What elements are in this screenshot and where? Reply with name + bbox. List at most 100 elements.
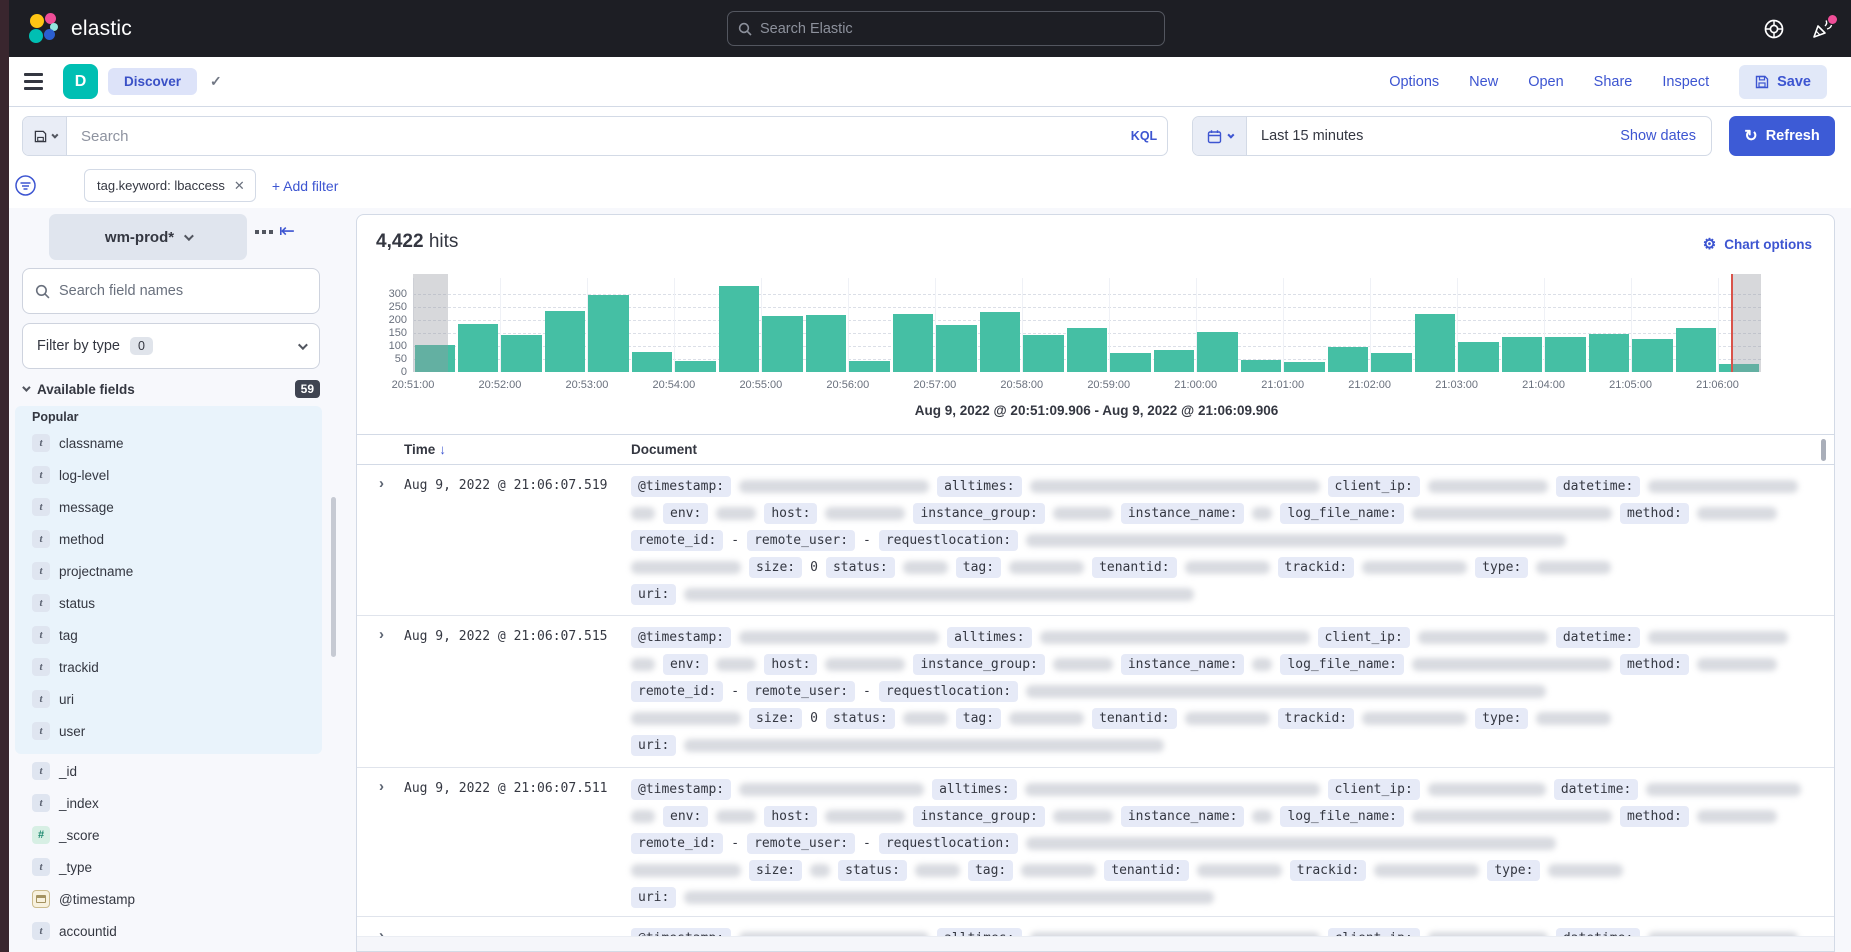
field-chip[interactable]: @timestamp: <box>631 779 731 800</box>
space-badge[interactable]: D <box>63 64 98 99</box>
histogram-bar[interactable] <box>1415 314 1455 372</box>
field-chip[interactable]: type: <box>1487 860 1540 881</box>
field-chip[interactable]: client_ip: <box>1328 779 1420 800</box>
histogram-bar[interactable] <box>1023 335 1063 372</box>
field-item-_type[interactable]: t_type <box>32 851 312 883</box>
query-language-button[interactable]: KQL <box>1121 117 1167 155</box>
newsfeed-icon[interactable] <box>1811 18 1833 40</box>
field-item-accountid[interactable]: taccountid <box>32 915 312 947</box>
field-item-_index[interactable]: t_index <box>32 787 312 819</box>
field-item-log-level[interactable]: tlog-level <box>32 459 312 491</box>
table-bottom-scroll-area[interactable] <box>357 936 1835 952</box>
column-time[interactable]: Time↓ <box>404 442 446 457</box>
histogram-bar[interactable] <box>762 316 802 372</box>
field-chip[interactable]: tenantid: <box>1092 557 1176 578</box>
field-item-tag[interactable]: ttag <box>32 619 312 651</box>
field-item-uri[interactable]: turi <box>32 683 312 715</box>
histogram-bar[interactable] <box>1241 360 1281 372</box>
field-chip[interactable]: type: <box>1475 557 1528 578</box>
field-chip[interactable]: status: <box>826 708 895 729</box>
field-chip[interactable]: @timestamp: <box>631 476 731 497</box>
field-chip[interactable]: tag: <box>956 708 1001 729</box>
sidebar-scrollbar[interactable] <box>331 497 336 657</box>
expand-row-icon[interactable]: › <box>379 778 384 795</box>
field-chip[interactable]: remote_user: <box>747 833 855 854</box>
query-input[interactable] <box>81 128 1107 145</box>
field-chip[interactable]: client_ip: <box>1328 476 1420 497</box>
date-picker-button[interactable] <box>1193 117 1247 155</box>
field-chip[interactable]: alltimes: <box>937 476 1021 497</box>
nav-link-inspect[interactable]: Inspect <box>1662 74 1709 90</box>
field-chip[interactable]: env: <box>663 503 708 524</box>
field-chip[interactable]: remote_user: <box>747 681 855 702</box>
column-document[interactable]: Document <box>631 442 697 457</box>
collapse-sidebar-icon[interactable]: ⇤ <box>279 220 295 243</box>
histogram-bar[interactable] <box>936 325 976 372</box>
field-chip[interactable]: log_file_name: <box>1280 806 1404 827</box>
table-scrollbar[interactable] <box>1821 439 1826 461</box>
field-chip[interactable]: @timestamp: <box>631 627 731 648</box>
field-chip[interactable]: requestlocation: <box>879 530 1018 551</box>
field-chip[interactable]: remote_id: <box>631 530 723 551</box>
field-chip[interactable]: method: <box>1620 806 1689 827</box>
add-filter-button[interactable]: + Add filter <box>272 178 339 194</box>
histogram-bar[interactable] <box>1154 350 1194 372</box>
elastic-brand[interactable]: elastic <box>27 12 132 46</box>
index-pattern-picker[interactable]: wm-prod* <box>49 214 247 260</box>
expand-row-icon[interactable]: › <box>379 475 384 492</box>
field-chip[interactable]: log_file_name: <box>1280 503 1404 524</box>
field-chip[interactable]: tag: <box>956 557 1001 578</box>
field-chip[interactable]: requestlocation: <box>879 681 1018 702</box>
field-chip[interactable]: remote_id: <box>631 681 723 702</box>
histogram-plot[interactable] <box>413 278 1761 372</box>
histogram-bar[interactable] <box>1632 339 1672 372</box>
field-chip[interactable]: uri: <box>631 887 676 908</box>
filter-pill[interactable]: tag.keyword: lbaccess ✕ <box>84 169 256 202</box>
field-chip[interactable]: uri: <box>631 735 676 756</box>
field-item-_id[interactable]: t_id <box>32 755 312 787</box>
field-chip[interactable]: env: <box>663 654 708 675</box>
histogram-bar[interactable] <box>588 295 628 372</box>
field-chip[interactable]: type: <box>1475 708 1528 729</box>
refresh-button[interactable]: ↻ Refresh <box>1729 116 1835 156</box>
field-chip[interactable]: datetime: <box>1556 627 1640 648</box>
field-chip[interactable]: size: <box>749 860 802 881</box>
field-chip[interactable]: trackid: <box>1278 557 1355 578</box>
field-chip[interactable]: tag: <box>968 860 1013 881</box>
remove-filter-icon[interactable]: ✕ <box>234 178 245 194</box>
histogram-bar[interactable] <box>545 311 585 372</box>
histogram-bar[interactable] <box>1371 353 1411 372</box>
field-chip[interactable]: instance_name: <box>1121 503 1245 524</box>
field-chip[interactable]: status: <box>826 557 895 578</box>
histogram-bar[interactable] <box>1458 342 1498 372</box>
field-chip[interactable]: datetime: <box>1554 779 1638 800</box>
field-chip[interactable]: instance_group: <box>913 806 1044 827</box>
save-button[interactable]: Save <box>1739 65 1827 99</box>
field-chip[interactable]: datetime: <box>1556 476 1640 497</box>
field-chip[interactable]: env: <box>663 806 708 827</box>
help-icon[interactable] <box>1763 18 1785 40</box>
histogram-bar[interactable] <box>501 335 541 372</box>
histogram-bar[interactable] <box>980 312 1020 372</box>
nav-link-share[interactable]: Share <box>1594 74 1633 90</box>
filter-menu-icon[interactable] <box>14 174 37 197</box>
nav-link-new[interactable]: New <box>1469 74 1498 90</box>
field-item-trackid[interactable]: ttrackid <box>32 651 312 683</box>
histogram-bar[interactable] <box>458 324 498 372</box>
field-chip[interactable]: method: <box>1620 503 1689 524</box>
field-chip[interactable]: status: <box>838 860 907 881</box>
histogram-bar[interactable] <box>1067 328 1107 372</box>
field-item-status[interactable]: tstatus <box>32 587 312 619</box>
field-chip[interactable]: requestlocation: <box>879 833 1018 854</box>
histogram-bar[interactable] <box>1676 328 1716 372</box>
field-chip[interactable]: instance_group: <box>913 654 1044 675</box>
field-chip[interactable]: method: <box>1620 654 1689 675</box>
field-chip[interactable]: instance_name: <box>1121 654 1245 675</box>
histogram-bar[interactable] <box>849 361 889 372</box>
field-chip[interactable]: client_ip: <box>1318 627 1410 648</box>
field-chip[interactable]: trackid: <box>1290 860 1367 881</box>
field-chip[interactable]: instance_group: <box>913 503 1044 524</box>
time-range-value[interactable]: Last 15 minutes <box>1247 117 1605 155</box>
global-search-input[interactable]: Search Elastic <box>727 11 1165 46</box>
filter-by-type-select[interactable]: Filter by type 0 <box>22 323 320 369</box>
